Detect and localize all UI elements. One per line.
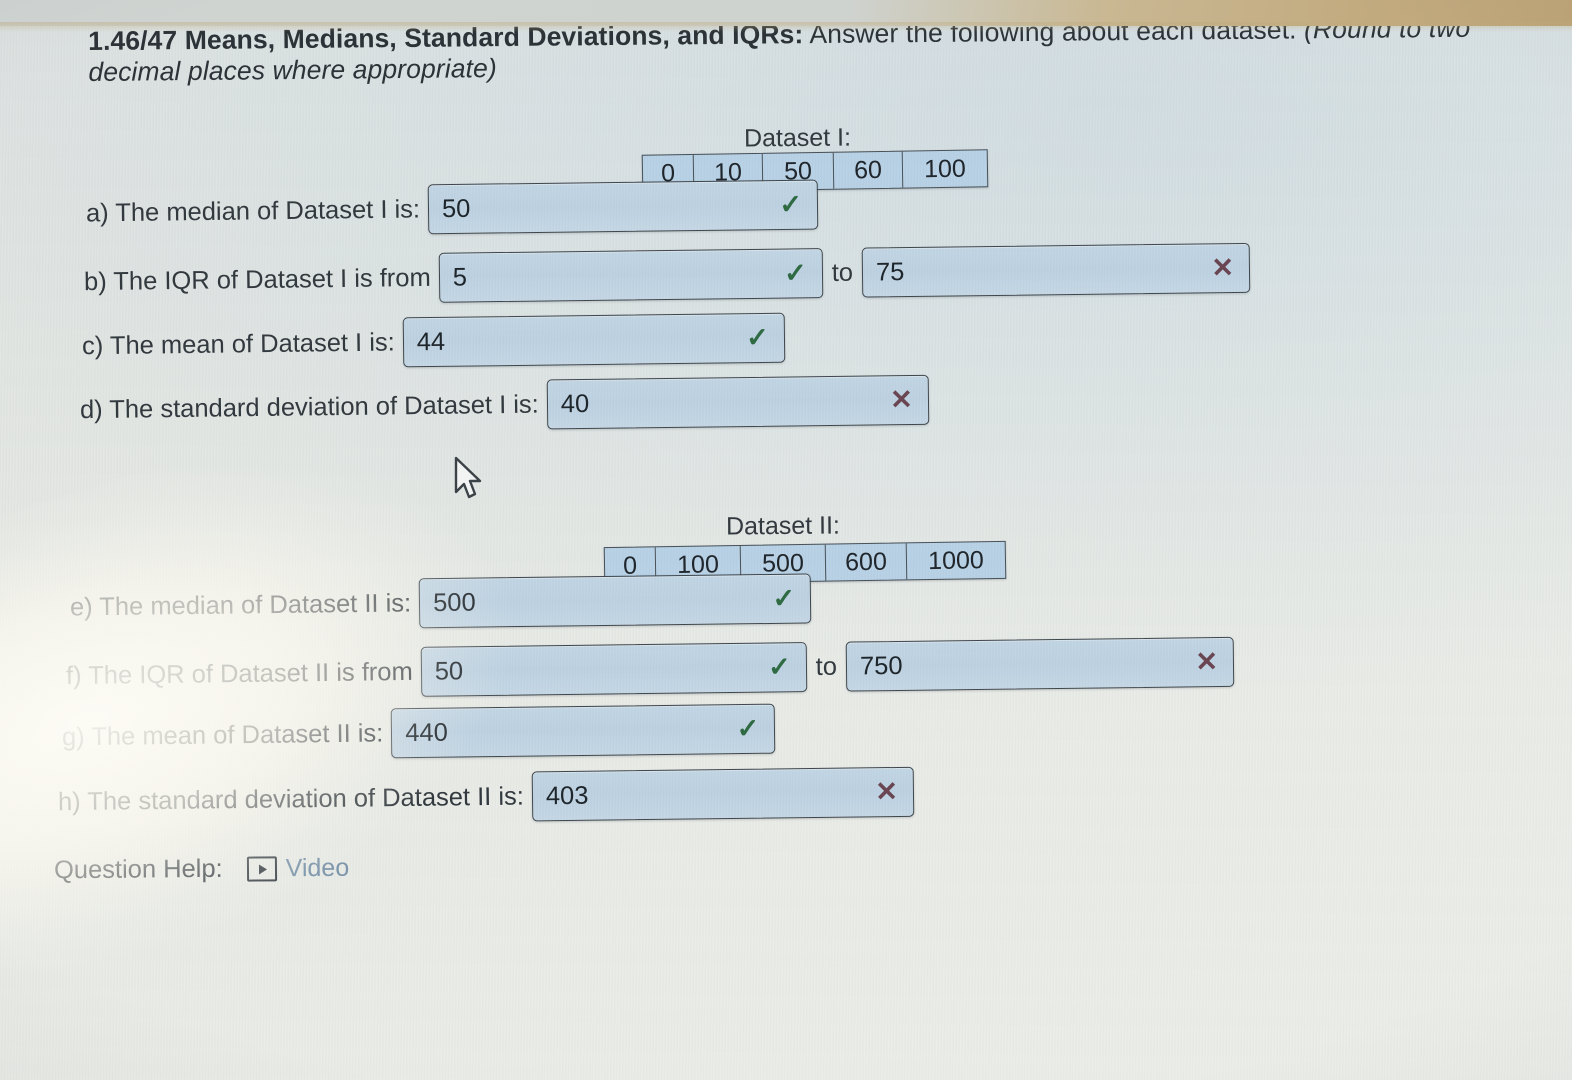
question-row-b: b) The IQR of Dataset I is from 5 ✓ to 7… bbox=[83, 242, 1251, 307]
question-row-a: a) The median of Dataset I is: 50 ✓ bbox=[85, 179, 819, 239]
dataset-1-cell: 100 bbox=[923, 154, 967, 183]
question-row-g: g) The mean of Dataset II is: 440 ✓ bbox=[61, 703, 776, 763]
question-e-label: e) The median of Dataset II is: bbox=[69, 588, 412, 622]
answer-g-value: 440 bbox=[405, 718, 448, 747]
correct-check-icon: ✓ bbox=[736, 713, 760, 744]
play-icon bbox=[246, 856, 277, 882]
answer-input-a[interactable]: 50 ✓ bbox=[427, 179, 819, 235]
dataset-2-title: Dataset II: bbox=[725, 511, 841, 541]
question-row-h: h) The standard deviation of Dataset II … bbox=[57, 766, 915, 827]
question-f-label: f) The IQR of Dataset II is from bbox=[65, 657, 413, 690]
question-row-e: e) The median of Dataset II is: 500 ✓ bbox=[70, 573, 812, 632]
question-instruction: Answer the following about each dataset. bbox=[809, 14, 1297, 50]
dataset-1-cell: 60 bbox=[833, 151, 904, 189]
question-b-label: b) The IQR of Dataset I is from bbox=[83, 263, 431, 296]
question-row-d: d) The standard deviation of Dataset I i… bbox=[79, 374, 930, 435]
photographed-screen: 1.46/47 Means, Medians, Standard Deviati… bbox=[0, 0, 1572, 1080]
answer-input-b-to[interactable]: 75 ✕ bbox=[861, 242, 1251, 298]
question-d-label: d) The standard deviation of Dataset I i… bbox=[79, 390, 539, 424]
correct-check-icon: ✓ bbox=[772, 583, 796, 614]
dataset-1-title: Dataset I: bbox=[743, 123, 852, 153]
answer-b-from-value: 5 bbox=[452, 262, 468, 292]
question-g-label: g) The mean of Dataset II is: bbox=[61, 718, 384, 751]
question-f-joiner: to bbox=[815, 652, 838, 681]
answer-input-h[interactable]: 403 ✕ bbox=[531, 766, 915, 822]
correct-check-icon: ✓ bbox=[767, 651, 791, 683]
incorrect-cross-icon: ✕ bbox=[875, 776, 899, 807]
answer-input-c[interactable]: 44 ✓ bbox=[402, 312, 786, 368]
answer-input-d[interactable]: 40 ✕ bbox=[546, 374, 930, 430]
answer-input-g[interactable]: 440 ✓ bbox=[390, 703, 776, 759]
answer-input-b-from[interactable]: 5 ✓ bbox=[438, 248, 824, 303]
question-row-f: f) The IQR of Dataset II is from 50 ✓ to… bbox=[65, 636, 1235, 701]
answer-input-f-from[interactable]: 50 ✓ bbox=[420, 642, 808, 697]
question-h-label: h) The standard deviation of Dataset II … bbox=[57, 782, 525, 816]
answer-e-value: 500 bbox=[432, 588, 476, 617]
correct-check-icon: ✓ bbox=[783, 257, 807, 289]
question-a-label: a) The median of Dataset I is: bbox=[85, 194, 421, 227]
question-number: 1.46/47 bbox=[88, 25, 178, 56]
dataset-2-cell: 1000 bbox=[927, 545, 985, 575]
answer-a-value: 50 bbox=[441, 194, 471, 223]
correct-check-icon: ✓ bbox=[745, 322, 769, 353]
answer-input-f-to[interactable]: 750 ✕ bbox=[845, 636, 1235, 692]
correct-check-icon: ✓ bbox=[779, 189, 803, 220]
answer-input-e[interactable]: 500 ✓ bbox=[418, 573, 812, 629]
video-help-link[interactable]: Video bbox=[246, 853, 350, 884]
answer-f-from-value: 50 bbox=[434, 656, 464, 686]
question-title: Means, Medians, Standard Deviations, and… bbox=[184, 19, 804, 56]
incorrect-cross-icon: ✕ bbox=[1211, 252, 1235, 283]
answer-c-value: 44 bbox=[416, 327, 446, 356]
dataset-2-cell: 600 bbox=[825, 543, 908, 581]
incorrect-cross-icon: ✕ bbox=[1195, 646, 1219, 677]
question-prompt: 1.46/47 Means, Medians, Standard Deviati… bbox=[88, 12, 1519, 88]
answer-d-value: 40 bbox=[560, 389, 590, 418]
question-row-c: c) The mean of Dataset I is: 44 ✓ bbox=[81, 312, 786, 372]
question-help-row: Question Help: Video bbox=[54, 854, 349, 886]
question-help-label: Question Help: bbox=[53, 854, 223, 885]
question-c-label: c) The mean of Dataset I is: bbox=[81, 327, 395, 360]
answer-h-value: 403 bbox=[545, 781, 589, 810]
assignment-question-panel: 1.46/47 Means, Medians, Standard Deviati… bbox=[0, 0, 1572, 1080]
answer-f-to-value: 750 bbox=[859, 651, 903, 680]
question-b-joiner: to bbox=[831, 258, 854, 287]
answer-b-to-value: 75 bbox=[875, 257, 905, 286]
video-link-label: Video bbox=[285, 853, 350, 883]
incorrect-cross-icon: ✕ bbox=[889, 384, 913, 415]
